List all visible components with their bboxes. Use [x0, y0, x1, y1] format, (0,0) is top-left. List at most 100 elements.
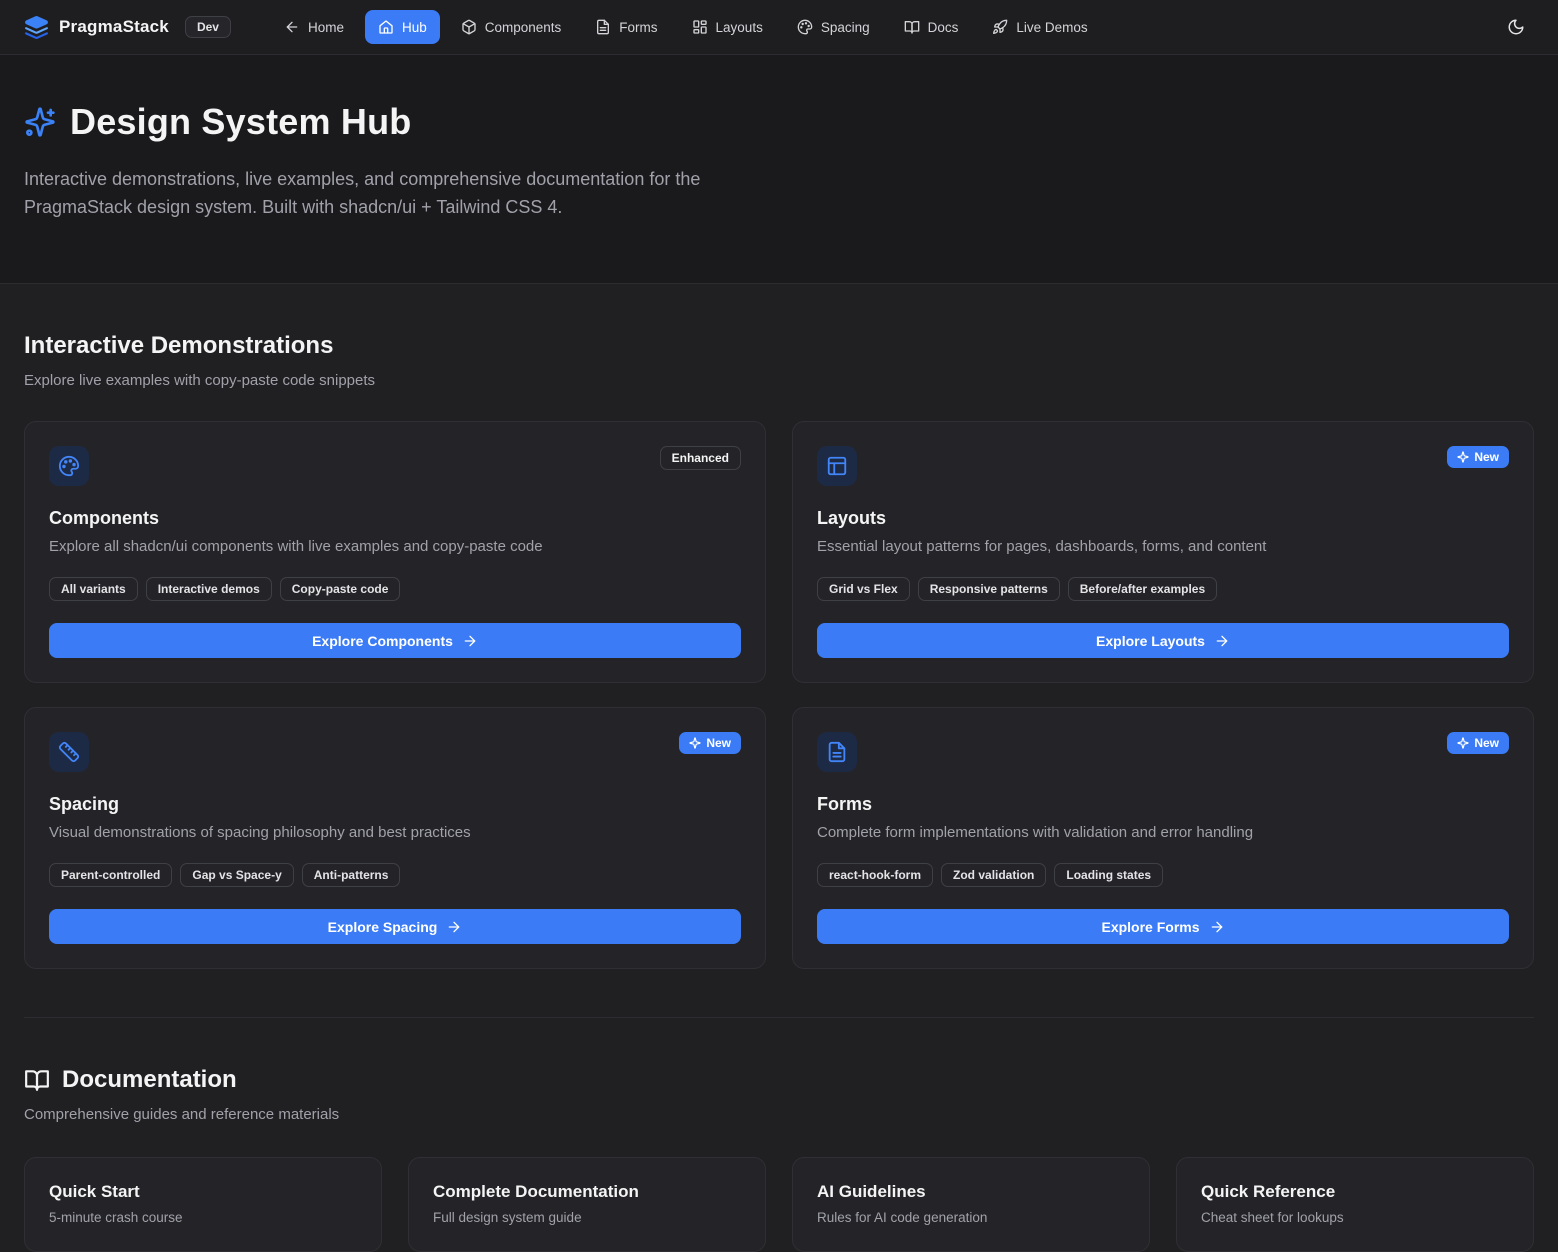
tag: Loading states — [1054, 863, 1163, 887]
arrow-right-icon — [462, 633, 478, 649]
layers-logo-icon — [24, 15, 49, 40]
main-content: Interactive Demonstrations Explore live … — [0, 332, 1558, 1252]
nav-item-forms[interactable]: Forms — [582, 10, 670, 44]
nav-item-label: Spacing — [821, 20, 870, 35]
nav-item-spacing[interactable]: Spacing — [784, 10, 883, 44]
card-title: Layouts — [817, 508, 1509, 529]
palette-icon — [797, 19, 813, 35]
nav-item-hub[interactable]: Hub — [365, 10, 440, 44]
sparkles-icon — [1457, 737, 1469, 749]
house-icon — [378, 19, 394, 35]
rocket-icon — [992, 19, 1008, 35]
button-label: Explore Components — [312, 633, 453, 649]
tag-row: Parent-controlled Gap vs Space-y Anti-pa… — [49, 863, 741, 887]
nav-item-label: Forms — [619, 20, 657, 35]
main-nav: Home Hub Components Forms Layouts — [271, 10, 1101, 44]
tag-row: react-hook-form Zod validation Loading s… — [817, 863, 1509, 887]
arrow-right-icon — [1214, 633, 1230, 649]
doc-card-title: Quick Reference — [1201, 1182, 1509, 1202]
arrow-right-icon — [446, 919, 462, 935]
nav-item-components[interactable]: Components — [448, 10, 575, 44]
button-label: Explore Layouts — [1096, 633, 1205, 649]
tag: All variants — [49, 577, 138, 601]
status-badge: Enhanced — [660, 446, 741, 470]
tag: Grid vs Flex — [817, 577, 910, 601]
section-divider — [24, 1017, 1534, 1018]
demo-card-components: Enhanced Components Explore all shadcn/u… — [24, 421, 766, 683]
palette-icon — [49, 446, 89, 486]
top-navbar: PragmaStack Dev Home Hub Components Fo — [0, 0, 1558, 55]
nav-item-layouts[interactable]: Layouts — [679, 10, 776, 44]
doc-card-ai-guidelines[interactable]: AI Guidelines Rules for AI code generati… — [792, 1157, 1150, 1252]
theme-toggle-button[interactable] — [1498, 9, 1534, 45]
card-title: Components — [49, 508, 741, 529]
demos-section-subtitle: Explore live examples with copy-paste co… — [24, 372, 1534, 389]
button-label: Explore Forms — [1101, 919, 1199, 935]
nav-item-label: Layouts — [716, 20, 763, 35]
nav-item-label: Hub — [402, 20, 427, 35]
sparkles-icon — [24, 106, 56, 138]
nav-item-label: Components — [485, 20, 562, 35]
explore-forms-button[interactable]: Explore Forms — [817, 909, 1509, 944]
doc-card-title: Complete Documentation — [433, 1182, 741, 1202]
explore-spacing-button[interactable]: Explore Spacing — [49, 909, 741, 944]
doc-card-title: Quick Start — [49, 1182, 357, 1202]
demo-card-layouts: New Layouts Essential layout patterns fo… — [792, 421, 1534, 683]
sparkles-icon — [1457, 451, 1469, 463]
nav-item-label: Live Demos — [1016, 20, 1087, 35]
card-title: Spacing — [49, 794, 741, 815]
card-description: Complete form implementations with valid… — [817, 824, 1509, 841]
doc-card-quick-start[interactable]: Quick Start 5-minute crash course — [24, 1157, 382, 1252]
tag: Responsive patterns — [918, 577, 1060, 601]
layout-grid-icon — [692, 19, 708, 35]
package-icon — [461, 19, 477, 35]
tag-row: All variants Interactive demos Copy-past… — [49, 577, 741, 601]
sparkles-icon — [689, 737, 701, 749]
doc-card-quick-reference[interactable]: Quick Reference Cheat sheet for lookups — [1176, 1157, 1534, 1252]
status-badge: New — [1447, 446, 1509, 468]
nav-item-home[interactable]: Home — [271, 10, 357, 44]
demo-card-grid: Enhanced Components Explore all shadcn/u… — [24, 421, 1534, 969]
docs-section-title: Documentation — [62, 1066, 237, 1094]
brand[interactable]: PragmaStack Dev — [24, 15, 231, 40]
demos-section-title: Interactive Demonstrations — [24, 332, 1534, 360]
tag: Parent-controlled — [49, 863, 172, 887]
tag: Zod validation — [941, 863, 1046, 887]
book-open-icon — [24, 1067, 50, 1093]
card-title: Forms — [817, 794, 1509, 815]
hero-section: Design System Hub Interactive demonstrat… — [0, 55, 1558, 284]
arrow-right-icon — [1209, 919, 1225, 935]
tag: Gap vs Space-y — [180, 863, 293, 887]
book-open-icon — [904, 19, 920, 35]
tag: Anti-patterns — [302, 863, 401, 887]
tag-row: Grid vs Flex Responsive patterns Before/… — [817, 577, 1509, 601]
page-subtitle: Interactive demonstrations, live example… — [24, 165, 764, 221]
badge-label: New — [1474, 736, 1499, 750]
tag: Copy-paste code — [280, 577, 401, 601]
button-label: Explore Spacing — [328, 919, 438, 935]
explore-layouts-button[interactable]: Explore Layouts — [817, 623, 1509, 658]
doc-card-complete-documentation[interactable]: Complete Documentation Full design syste… — [408, 1157, 766, 1252]
card-description: Explore all shadcn/ui components with li… — [49, 538, 741, 555]
file-text-icon — [595, 19, 611, 35]
tag: Interactive demos — [146, 577, 272, 601]
nav-item-docs[interactable]: Docs — [891, 10, 972, 44]
demo-card-spacing: New Spacing Visual demonstrations of spa… — [24, 707, 766, 969]
tag: react-hook-form — [817, 863, 933, 887]
nav-item-live-demos[interactable]: Live Demos — [979, 10, 1100, 44]
nav-item-label: Docs — [928, 20, 959, 35]
badge-label: New — [706, 736, 731, 750]
panels-icon — [817, 446, 857, 486]
doc-card-title: AI Guidelines — [817, 1182, 1125, 1202]
docs-section-subtitle: Comprehensive guides and reference mater… — [24, 1106, 1534, 1123]
status-badge: New — [679, 732, 741, 754]
moon-icon — [1507, 18, 1525, 36]
explore-components-button[interactable]: Explore Components — [49, 623, 741, 658]
arrow-left-icon — [284, 19, 300, 35]
env-badge: Dev — [185, 16, 231, 38]
doc-card-grid: Quick Start 5-minute crash course Comple… — [24, 1157, 1534, 1252]
status-badge: New — [1447, 732, 1509, 754]
card-description: Essential layout patterns for pages, das… — [817, 538, 1509, 555]
brand-name: PragmaStack — [59, 17, 169, 37]
card-description: Visual demonstrations of spacing philoso… — [49, 824, 741, 841]
